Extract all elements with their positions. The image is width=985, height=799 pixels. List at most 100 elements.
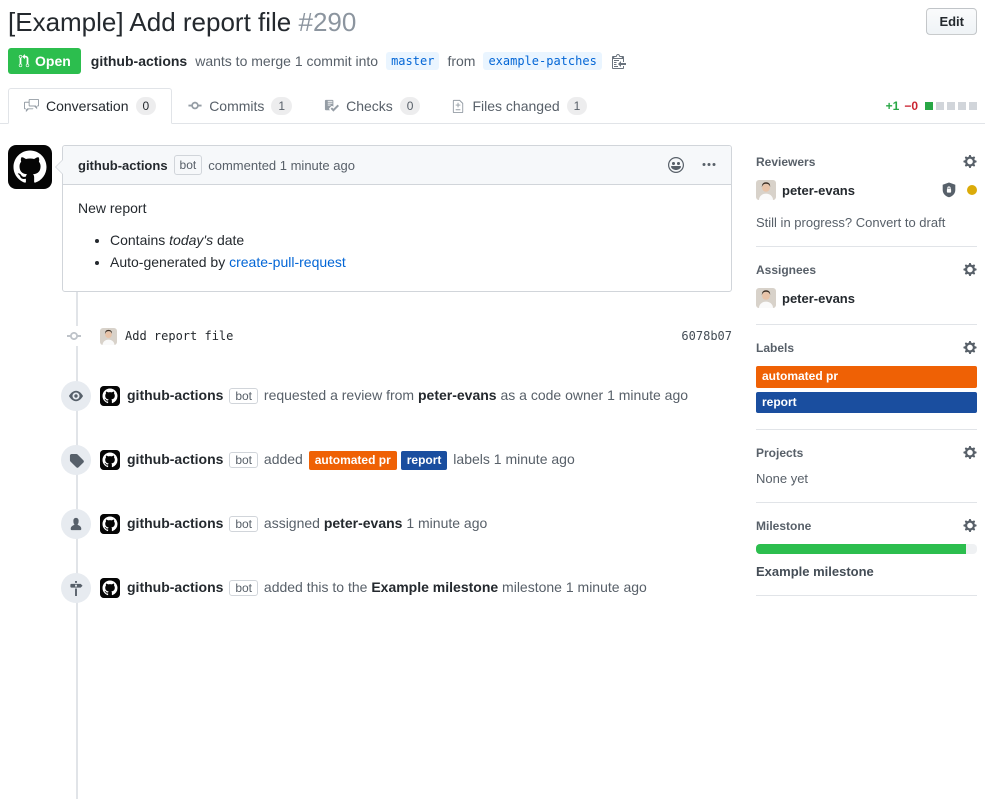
bot-badge: bot: [229, 452, 258, 468]
event-text: github-actions bot added automated prrep…: [127, 451, 575, 470]
comment-intro: New report: [78, 200, 716, 216]
merge-text: wants to merge 1 commit into: [195, 53, 378, 69]
label-automated-pr[interactable]: automated pr: [309, 451, 397, 470]
event-timestamp[interactable]: 1 minute ago: [566, 579, 647, 595]
event-timestamp[interactable]: 1 minute ago: [494, 451, 575, 467]
assignee-name[interactable]: peter-evans: [782, 291, 855, 306]
github-actions-avatar[interactable]: [100, 578, 120, 598]
event-fragment: milestone: [498, 579, 566, 595]
gear-icon[interactable]: [963, 340, 977, 355]
pull-request-page: [Example] Add report file #290 Edit Open…: [0, 0, 985, 630]
event-author[interactable]: github-actions: [127, 451, 223, 467]
base-branch-label[interactable]: master: [386, 52, 439, 70]
commit-sha[interactable]: 6078b07: [681, 329, 732, 343]
comment-author[interactable]: github-actions: [78, 158, 168, 173]
diffstat-block: [936, 102, 944, 110]
label-report[interactable]: report: [401, 451, 448, 470]
draft-hint: Still in progress? Convert to draft: [756, 215, 977, 230]
github-actions-avatar[interactable]: [100, 450, 120, 470]
event-author[interactable]: github-actions: [127, 515, 223, 531]
bot-badge: bot: [229, 580, 258, 596]
label-report[interactable]: report: [756, 392, 977, 414]
github-actions-avatar[interactable]: [8, 145, 52, 189]
commit-author-avatar[interactable]: [100, 328, 117, 345]
comment-card: github-actions bot commented 1 minute ag…: [62, 145, 732, 292]
pr-content: github-actions bot commented 1 minute ag…: [0, 124, 985, 627]
commit-message[interactable]: Add report file: [125, 329, 233, 343]
comment-action-text: commented 1 minute ago: [208, 158, 355, 173]
labels-section: Labels automated pr report: [756, 324, 977, 429]
pending-review-dot: [967, 185, 977, 195]
reviewer-name[interactable]: peter-evans: [418, 387, 497, 403]
pr-title-text: [Example] Add report file: [8, 7, 291, 37]
github-actions-avatar[interactable]: [100, 514, 120, 534]
tab-label: Commits: [209, 98, 264, 114]
event-fragment: labels: [449, 451, 493, 467]
bot-badge: bot: [229, 388, 258, 404]
milestone-progress-fill: [756, 544, 966, 554]
milestone-name-link[interactable]: Example milestone: [756, 564, 977, 579]
event-timestamp[interactable]: 1 minute ago: [406, 515, 487, 531]
tab-conversation[interactable]: Conversation 0: [8, 88, 172, 125]
sidebar-bottom-divider: [756, 595, 977, 627]
projects-empty-text: None yet: [756, 471, 977, 486]
reviewer-name[interactable]: peter-evans: [782, 183, 855, 198]
pr-tabnav: Conversation 0 Commits 1 Checks 0 Files …: [0, 88, 985, 125]
tab-checks[interactable]: Checks 0: [308, 88, 436, 125]
pr-number: #290: [299, 7, 357, 37]
gear-icon[interactable]: [963, 262, 977, 277]
kebab-menu-icon[interactable]: [702, 157, 716, 173]
tab-count: 0: [136, 97, 157, 116]
draft-hint-text: Still in progress?: [756, 215, 856, 230]
event-fragment: added this to the: [260, 579, 371, 595]
assignee-avatar[interactable]: [756, 288, 776, 308]
labels-title: Labels: [756, 341, 794, 355]
tab-commits[interactable]: Commits 1: [172, 88, 308, 125]
milestone-title: Milestone: [756, 519, 811, 533]
milestone-link[interactable]: Example milestone: [371, 579, 498, 595]
timeline-event-milestone: github-actions bot added this to the Exa…: [8, 573, 732, 603]
gear-icon[interactable]: [963, 154, 977, 169]
reviewer-avatar[interactable]: [756, 180, 776, 200]
git-commit-icon: [66, 326, 82, 346]
person-icon: [61, 509, 91, 539]
reviewers-section: Reviewers peter-evans Still in progress?…: [756, 145, 977, 246]
head-branch-label[interactable]: example-patches: [483, 52, 601, 70]
event-fragment: requested a review from: [260, 387, 418, 403]
edit-button[interactable]: Edit: [926, 8, 977, 35]
timeline-event-labels-added: github-actions bot added automated prrep…: [8, 445, 732, 475]
reviewer-row: peter-evans: [756, 180, 977, 200]
reviewers-header: Reviewers: [756, 154, 977, 169]
convert-to-draft-link[interactable]: Convert to draft: [856, 215, 946, 230]
event-text: github-actions bot assigned peter-evans …: [127, 515, 487, 533]
assignee-row: peter-evans: [756, 288, 977, 308]
emoji-reaction-icon[interactable]: [668, 157, 684, 173]
github-actions-avatar[interactable]: [100, 386, 120, 406]
assignee-name[interactable]: peter-evans: [324, 515, 403, 531]
merge-author[interactable]: github-actions: [91, 53, 187, 69]
create-pull-request-link[interactable]: create-pull-request: [229, 254, 346, 270]
bot-badge: bot: [174, 155, 203, 175]
diffstat-block: [969, 102, 977, 110]
event-fragment: as a code owner: [497, 387, 608, 403]
copy-branch-icon[interactable]: [612, 53, 626, 69]
page-title: [Example] Add report file #290: [8, 6, 977, 39]
tab-label: Files changed: [472, 98, 559, 114]
timeline-event-assigned: github-actions bot assigned peter-evans …: [8, 509, 732, 539]
milestone-section: Milestone Example milestone: [756, 502, 977, 595]
event-author[interactable]: github-actions: [127, 579, 223, 595]
bot-badge: bot: [229, 516, 258, 532]
pr-header: [Example] Add report file #290 Edit Open…: [0, 0, 985, 74]
gear-icon[interactable]: [963, 518, 977, 533]
tab-files-changed[interactable]: Files changed 1: [436, 88, 603, 125]
event-author[interactable]: github-actions: [127, 387, 223, 403]
event-text: github-actions bot requested a review fr…: [127, 387, 688, 405]
event-timestamp[interactable]: 1 minute ago: [607, 387, 688, 403]
checks-icon: [324, 98, 339, 113]
projects-header: Projects: [756, 445, 977, 460]
diffstat-block: [925, 102, 933, 110]
gear-icon[interactable]: [963, 445, 977, 460]
diffstat: +1 −0: [886, 99, 977, 113]
shield-lock-icon[interactable]: [941, 182, 957, 198]
label-automated-pr[interactable]: automated pr: [756, 366, 977, 388]
